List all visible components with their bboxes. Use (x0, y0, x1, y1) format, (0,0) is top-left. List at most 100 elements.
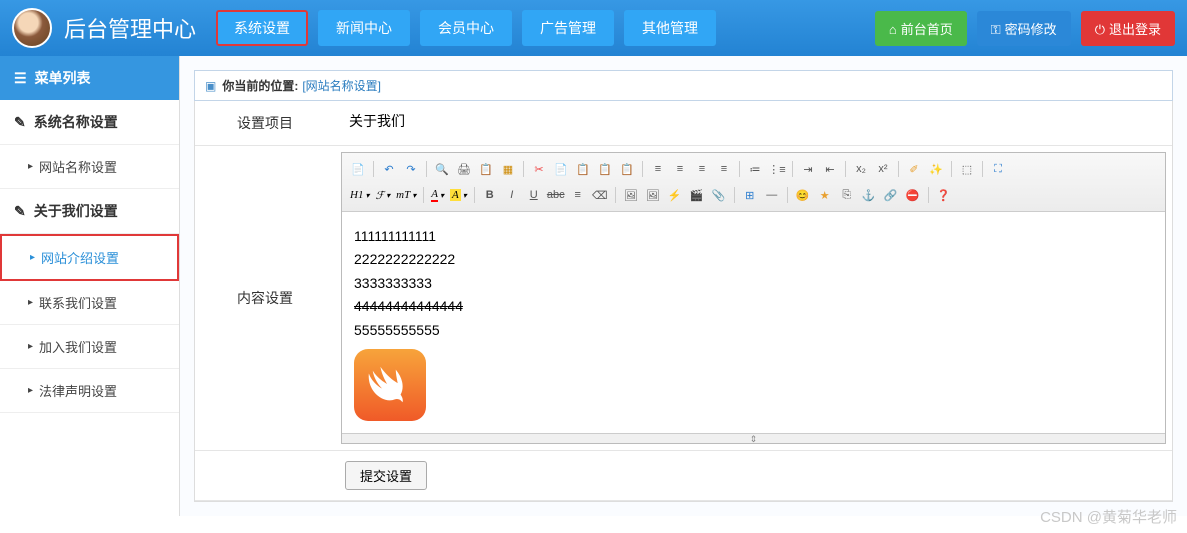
logout-label: 退出登录 (1109, 22, 1161, 37)
editor-resize-handle[interactable]: ⇕ (342, 433, 1165, 443)
form-row-content: 内容设置 📄 ↶ ↷ 🔍 🖨 📋 (195, 146, 1172, 451)
nav-advert-manage[interactable]: 广告管理 (522, 10, 614, 46)
form-row-project: 设置项目 关于我们 (195, 101, 1172, 146)
media-icon[interactable]: 🎬 (687, 185, 707, 205)
paste-word-icon[interactable]: 📋 (617, 159, 637, 179)
text-color-select[interactable]: A▾ (429, 188, 446, 202)
indent-icon[interactable]: ⇥ (798, 159, 818, 179)
sidebar-header: ☰ 菜单列表 (0, 56, 179, 100)
frontend-home-button[interactable]: ⌂前台首页 (875, 11, 967, 46)
breadcrumb-location: [网站名称设置] (302, 77, 381, 94)
edit-icon: ✎ (14, 203, 26, 220)
form-panel: 设置项目 关于我们 内容设置 📄 ↶ ↷ � (194, 101, 1173, 502)
logout-button[interactable]: ⏻退出登录 (1081, 11, 1175, 46)
triangle-icon: ▸ (30, 252, 35, 263)
editor-content-area[interactable]: 111111111111 2222222222222 3333333333 44… (342, 212, 1165, 433)
editor-line: 2222222222222 (354, 248, 1153, 270)
align-justify-icon[interactable]: ≡ (714, 159, 734, 179)
bg-color-select[interactable]: A▾ (448, 189, 469, 201)
editor-line: 55555555555 (354, 319, 1153, 341)
table-icon[interactable]: ⊞ (740, 185, 760, 205)
superscript-icon[interactable]: x² (873, 159, 893, 179)
align-left-icon[interactable]: ≡ (648, 159, 668, 179)
font-family-select[interactable]: ℱ▾ (373, 189, 392, 202)
font-size-select[interactable]: тT▾ (394, 189, 418, 201)
sidebar-item-site-name[interactable]: ▸ 网站名称设置 (0, 145, 179, 189)
align-right-icon[interactable]: ≡ (692, 159, 712, 179)
avatar (12, 8, 52, 48)
sidebar-item-contact-us[interactable]: ▸ 联系我们设置 (0, 281, 179, 325)
main-nav: 系统设置 新闻中心 会员中心 广告管理 其他管理 (216, 10, 716, 46)
unordered-list-icon[interactable]: ⋮≡ (767, 159, 787, 179)
copy-icon[interactable]: 📄 (551, 159, 571, 179)
link-icon[interactable]: 🔗 (881, 185, 901, 205)
paste-icon[interactable]: 📋 (573, 159, 593, 179)
special-char-icon[interactable]: ★ (815, 185, 835, 205)
home-icon: ⌂ (889, 22, 897, 37)
line-height-icon[interactable]: ≡ (568, 185, 588, 205)
multi-image-icon[interactable]: 🖼 (643, 185, 663, 205)
nav-member-center[interactable]: 会员中心 (420, 10, 512, 46)
unlink-icon[interactable]: ⛔ (903, 185, 923, 205)
print-icon[interactable]: 🖨 (454, 159, 474, 179)
source-icon[interactable]: 📄 (348, 159, 368, 179)
file-icon[interactable]: 📎 (709, 185, 729, 205)
pagebreak-icon[interactable]: ⎘ (837, 185, 857, 205)
sidebar-group-system-name[interactable]: ✎ 系统名称设置 (0, 100, 179, 145)
key-icon: ⚿ (991, 22, 1001, 37)
main-content: ▣ 你当前的位置: [网站名称设置] 设置项目 关于我们 内容设置 📄 (180, 56, 1187, 516)
flash-icon[interactable]: ⚡ (665, 185, 685, 205)
preview-icon[interactable]: 🔍 (432, 159, 452, 179)
sidebar-group-about-us[interactable]: ✎ 关于我们设置 (0, 189, 179, 234)
project-label: 设置项目 (195, 101, 335, 145)
editor-line: 3333333333 (354, 272, 1153, 294)
subscript-icon[interactable]: x₂ (851, 159, 871, 179)
clear-format-icon[interactable]: ✐ (904, 159, 924, 179)
sidebar-item-join-us[interactable]: ▸ 加入我们设置 (0, 325, 179, 369)
fullscreen-icon[interactable]: ⛶ (988, 159, 1008, 179)
list-icon: ☰ (14, 70, 27, 87)
hr-icon[interactable]: — (762, 185, 782, 205)
editor-line-strike: 44444444444444 (354, 295, 1153, 317)
outdent-icon[interactable]: ⇤ (820, 159, 840, 179)
image-icon[interactable]: 🖼 (621, 185, 641, 205)
remove-format-icon[interactable]: ⌫ (590, 185, 610, 205)
quickformat-icon[interactable]: ✨ (926, 159, 946, 179)
paste-text-icon[interactable]: 📋 (595, 159, 615, 179)
change-password-button[interactable]: ⚿ 密码修改 (977, 11, 1071, 46)
cut-icon[interactable]: ✂ (529, 159, 549, 179)
code-icon[interactable]: ▦ (498, 159, 518, 179)
header-actions: ⌂前台首页 ⚿ 密码修改 ⏻退出登录 (875, 11, 1175, 46)
password-label: 密码修改 (1005, 22, 1057, 37)
align-center-icon[interactable]: ≡ (670, 159, 690, 179)
about-icon[interactable]: ❓ (934, 185, 954, 205)
sidebar-item-site-intro[interactable]: ▸ 网站介绍设置 (0, 234, 179, 281)
underline-icon[interactable]: U (524, 185, 544, 205)
bold-icon[interactable]: B (480, 185, 500, 205)
breadcrumb-prefix: 你当前的位置: (222, 77, 298, 94)
sidebar-group-label: 关于我们设置 (34, 201, 118, 221)
strike-icon[interactable]: abc (546, 185, 566, 205)
breadcrumb: ▣ 你当前的位置: [网站名称设置] (194, 70, 1173, 101)
anchor-icon[interactable]: ⚓ (859, 185, 879, 205)
editor-toolbar: 📄 ↶ ↷ 🔍 🖨 📋 ▦ ✂ � (342, 153, 1165, 212)
triangle-icon: ▸ (28, 341, 33, 352)
editor-line: 111111111111 (354, 225, 1153, 247)
triangle-icon: ▸ (28, 385, 33, 396)
italic-icon[interactable]: I (502, 185, 522, 205)
redo-icon[interactable]: ↷ (401, 159, 421, 179)
nav-system-settings[interactable]: 系统设置 (216, 10, 308, 46)
top-header: 后台管理中心 系统设置 新闻中心 会员中心 广告管理 其他管理 ⌂前台首页 ⚿密… (0, 0, 1187, 56)
select-all-icon[interactable]: ⬚ (957, 159, 977, 179)
sidebar-item-label: 网站介绍设置 (41, 248, 119, 267)
edit-icon: ✎ (14, 114, 26, 131)
submit-button[interactable]: 提交设置 (345, 461, 427, 490)
template-icon[interactable]: 📋 (476, 159, 496, 179)
nav-news-center[interactable]: 新闻中心 (318, 10, 410, 46)
ordered-list-icon[interactable]: ≔ (745, 159, 765, 179)
heading-select[interactable]: H1▾ (348, 189, 371, 201)
nav-other-manage[interactable]: 其他管理 (624, 10, 716, 46)
emoji-icon[interactable]: 😊 (793, 185, 813, 205)
sidebar-item-legal[interactable]: ▸ 法律声明设置 (0, 369, 179, 413)
undo-icon[interactable]: ↶ (379, 159, 399, 179)
